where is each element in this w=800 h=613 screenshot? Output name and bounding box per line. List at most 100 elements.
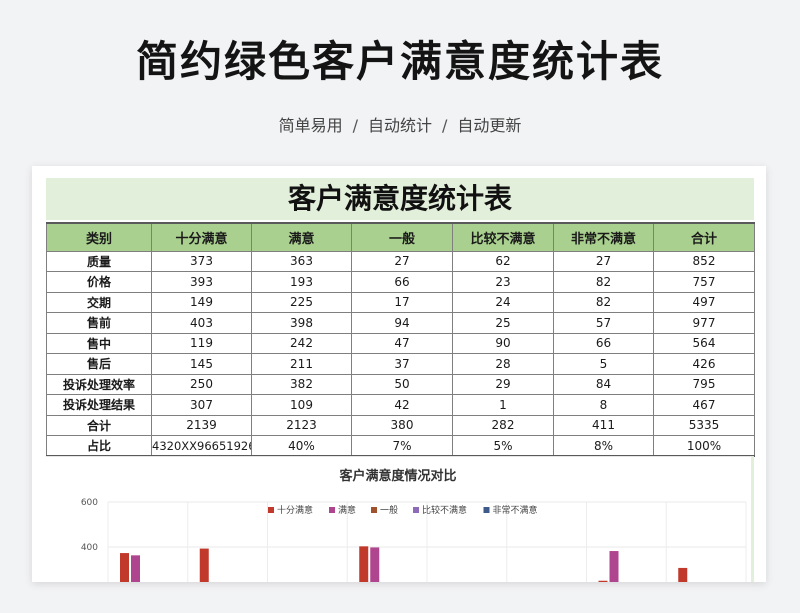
chart-area: 客户满意度情况对比 600 400 十分满意 满意 一般 比较不满意 非常不满意 <box>46 456 754 582</box>
y-tick-label: 400 <box>81 543 98 553</box>
column-header-neutral: 一般 <box>351 222 453 252</box>
table-cell[interactable]: 66 <box>351 271 453 293</box>
bar <box>370 547 380 582</box>
table-cell[interactable]: 100% <box>653 435 755 457</box>
bar-chart: 客户满意度情况对比 600 400 十分满意 满意 一般 比较不满意 非常不满意 <box>81 468 747 582</box>
subtitle-auto-stat: 自动统计 <box>367 116 432 135</box>
table-cell[interactable]: 37 <box>351 353 453 375</box>
table-cell[interactable]: 7% <box>351 435 453 457</box>
sheet-border <box>751 457 754 582</box>
table-cell[interactable]: 109 <box>251 394 352 416</box>
table-cell[interactable]: 90 <box>452 332 554 354</box>
table-cell[interactable]: 5% <box>452 435 554 457</box>
table-cell[interactable]: 363 <box>251 250 352 272</box>
subtitle-separator: / <box>442 116 448 135</box>
table-row: 投诉处理效率 250 382 50 29 84 795 <box>46 373 755 395</box>
bar <box>359 546 369 582</box>
row-category-cell[interactable]: 交期 <box>46 291 152 313</box>
bar <box>199 548 209 582</box>
table-cell[interactable]: 94 <box>351 312 453 334</box>
table-cell[interactable]: 193 <box>251 271 352 293</box>
table-cell[interactable]: 497 <box>653 291 755 313</box>
table-cell[interactable]: 47 <box>351 332 453 354</box>
table-cell[interactable]: 1 <box>452 394 554 416</box>
table-cell[interactable]: 757 <box>653 271 755 293</box>
table-cell[interactable]: 282 <box>452 414 554 436</box>
row-category-cell[interactable]: 价格 <box>46 271 152 293</box>
table-cell[interactable]: 66 <box>553 332 654 354</box>
table-cell[interactable]: 84 <box>553 373 654 395</box>
column-header-very-satisfied: 十分满意 <box>151 222 252 252</box>
table-cell[interactable]: 5335 <box>653 414 755 436</box>
table-cell[interactable]: 145 <box>151 353 252 375</box>
table-cell[interactable]: 795 <box>653 373 755 395</box>
table-cell[interactable]: 426 <box>653 353 755 375</box>
row-category-cell[interactable]: 质量 <box>46 250 152 272</box>
legend-swatch <box>413 507 419 513</box>
table-cell[interactable]: 82 <box>553 291 654 313</box>
table-cell[interactable]: 211 <box>251 353 352 375</box>
table-cell[interactable]: 23 <box>452 271 554 293</box>
table-cell[interactable]: 149 <box>151 291 252 313</box>
row-category-cell[interactable]: 合计 <box>46 414 152 436</box>
bar <box>120 553 129 582</box>
spreadsheet-preview: 客户满意度统计表 类别 十分满意 满意 一般 比较不满意 非常不满意 合计 质量… <box>32 166 766 582</box>
y-tick-label: 600 <box>81 498 98 508</box>
table-cell[interactable]: 467 <box>653 394 755 416</box>
table-cell[interactable]: 225 <box>251 291 352 313</box>
table-row: 价格 393 193 66 23 82 757 <box>46 271 755 293</box>
row-category-cell[interactable]: 占比 <box>46 435 152 457</box>
table-cell[interactable]: 373 <box>151 250 252 272</box>
legend-swatch <box>268 507 274 513</box>
table-cell[interactable]: 29 <box>452 373 554 395</box>
table-cell[interactable]: 398 <box>251 312 352 334</box>
bar <box>131 555 140 582</box>
table-cell[interactable]: 411 <box>553 414 654 436</box>
table-cell[interactable]: 62 <box>452 250 554 272</box>
table-header-row: 类别 十分满意 满意 一般 比较不满意 非常不满意 合计 <box>46 222 755 252</box>
table-cell[interactable]: 307 <box>151 394 252 416</box>
table-cell[interactable]: 250 <box>151 373 252 395</box>
table-cell[interactable]: 380 <box>351 414 453 436</box>
table-cell[interactable]: 17 <box>351 291 453 313</box>
subtitle-separator: / <box>352 116 358 135</box>
column-header-category: 类别 <box>46 222 152 252</box>
sheet-title: 客户满意度统计表 <box>46 178 754 220</box>
column-header-dissatisfied: 比较不满意 <box>452 222 554 252</box>
table-cell[interactable]: 2139 <box>151 414 252 436</box>
table-cell[interactable]: 40% <box>251 435 352 457</box>
table-cell[interactable]: 24 <box>452 291 554 313</box>
row-category-cell[interactable]: 售后 <box>46 353 152 375</box>
table-cell[interactable]: 27 <box>351 250 453 272</box>
table-cell[interactable]: 2123 <box>251 414 352 436</box>
row-category-cell[interactable]: 售前 <box>46 312 152 334</box>
table-cell[interactable]: 50 <box>351 373 453 395</box>
row-category-cell[interactable]: 投诉处理结果 <box>46 394 152 416</box>
table-cell[interactable]: 977 <box>653 312 755 334</box>
table-cell[interactable]: 8 <box>553 394 654 416</box>
table-cell[interactable]: 28 <box>452 353 554 375</box>
table-body: 质量 373 363 27 62 27 852 价格 393 193 66 23 82 757 交期 149 2… <box>46 250 755 457</box>
table-cell[interactable]: 57 <box>553 312 654 334</box>
table-cell[interactable]: 403 <box>151 312 252 334</box>
legend-swatch <box>483 507 490 513</box>
table-cell[interactable]: 393 <box>151 271 252 293</box>
row-category-cell[interactable]: 售中 <box>46 332 152 354</box>
table-cell[interactable]: 25 <box>452 312 554 334</box>
row-category-cell[interactable]: 投诉处理效率 <box>46 373 152 395</box>
table-cell[interactable]: 5 <box>553 353 654 375</box>
table-cell[interactable]: 42 <box>351 394 453 416</box>
table-cell[interactable]: 8% <box>553 435 654 457</box>
page-title: 简约绿色客户满意度统计表 <box>135 37 664 86</box>
table-cell[interactable]: 82 <box>553 271 654 293</box>
table-cell[interactable]: 242 <box>251 332 352 354</box>
table-cell[interactable]: 382 <box>251 373 352 395</box>
table-cell[interactable]: 4320XX96651926 <box>151 435 252 457</box>
table-row: 售前 403 398 94 25 57 977 <box>46 312 755 334</box>
table-row: 占比 4320XX96651926 40% 7% 5% 8% 100% <box>46 435 755 457</box>
table-cell[interactable]: 27 <box>553 250 654 272</box>
legend-swatch <box>371 507 377 513</box>
table-cell[interactable]: 564 <box>653 332 755 354</box>
table-cell[interactable]: 852 <box>653 250 755 272</box>
table-cell[interactable]: 119 <box>151 332 252 354</box>
